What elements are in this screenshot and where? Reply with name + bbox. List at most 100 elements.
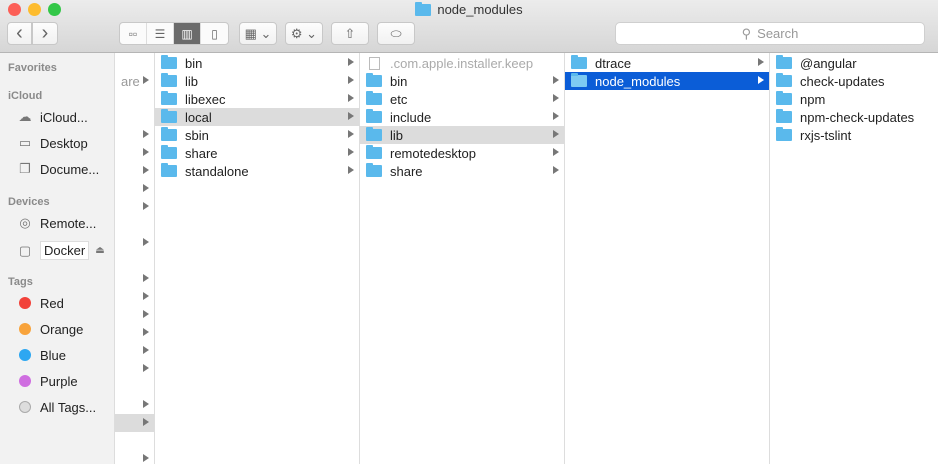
devices-header: Devices [8, 196, 50, 208]
list-item[interactable] [115, 306, 154, 324]
disclosure-arrow-icon [553, 112, 559, 120]
list-item[interactable] [115, 360, 154, 378]
sidebar-tag-red[interactable]: Red [16, 295, 64, 311]
browser-column-2: .com.apple.installer.keep bin etc include li… [360, 53, 565, 464]
disclosure-arrow-icon [553, 94, 559, 102]
disclosure-arrow-icon [143, 364, 149, 372]
disclosure-arrow-icon [553, 166, 559, 174]
list-item[interactable]: @angular [770, 54, 938, 72]
disclosure-arrow-icon [143, 76, 149, 84]
sidebar-item-docker[interactable]: ▢ Docker ⏏ [16, 241, 105, 260]
action-button[interactable]: ⚙ ⌄ [285, 22, 323, 45]
list-item[interactable] [115, 270, 154, 288]
search-icon: ⚲ [741, 25, 752, 41]
forward-button[interactable]: › [32, 22, 58, 45]
list-item[interactable] [115, 252, 154, 270]
folder-icon [366, 145, 382, 159]
list-item[interactable] [115, 144, 154, 162]
list-item[interactable] [115, 198, 154, 216]
list-item[interactable]: dtrace [565, 54, 769, 72]
list-item[interactable]: rxjs-tslint [770, 126, 938, 144]
folder-icon [366, 127, 382, 141]
sidebar-item-icloud[interactable]: ☁ iCloud... [16, 109, 88, 125]
tag-color-dot-icon [19, 323, 31, 335]
list-item[interactable] [115, 450, 154, 468]
list-item[interactable] [115, 378, 154, 396]
folder-icon [571, 55, 587, 69]
list-item[interactable]: share [360, 162, 564, 180]
tag-icon: ⬭ [390, 25, 402, 41]
tag-color-dot-icon [19, 349, 31, 361]
icon-view-button[interactable]: ▫▫ [120, 23, 147, 44]
list-item[interactable] [115, 234, 154, 252]
sidebar-item-documents[interactable]: ❐ Docume... [16, 161, 99, 177]
folder-icon [776, 73, 792, 87]
disclosure-arrow-icon [143, 400, 149, 408]
list-view-button[interactable]: ☰ [147, 23, 174, 44]
disclosure-arrow-icon [348, 76, 354, 84]
list-item[interactable]: npm-check-updates [770, 108, 938, 126]
sidebar-tag-blue[interactable]: Blue [16, 347, 66, 363]
sidebar-tag-purple[interactable]: Purple [16, 373, 78, 389]
folder-icon [161, 109, 177, 123]
list-item[interactable] [115, 288, 154, 306]
list-item[interactable]: libexec [155, 90, 359, 108]
list-item[interactable]: standalone [155, 162, 359, 180]
list-item[interactable] [115, 414, 154, 432]
sidebar-item-remote[interactable]: ◎ Remote... [16, 215, 96, 231]
disclosure-arrow-icon [143, 454, 149, 462]
folder-icon [776, 127, 792, 141]
list-item[interactable]: bin [360, 72, 564, 90]
title-bar: node_modules ‹ › ▫▫ ☰ ▥ ▯ ▦ ⌄ ⚙ ⌄ ⇧ ⬭ ⚲ S… [0, 0, 938, 53]
list-item[interactable]: are [115, 72, 154, 90]
list-item[interactable] [115, 324, 154, 342]
list-item[interactable]: .com.apple.installer.keep [360, 54, 564, 72]
tags-button[interactable]: ⬭ [377, 22, 415, 45]
list-item[interactable] [115, 432, 154, 450]
disclosure-arrow-icon [348, 130, 354, 138]
back-button[interactable]: ‹ [7, 22, 32, 45]
list-item[interactable]: remotedesktop [360, 144, 564, 162]
list-item[interactable]: npm [770, 90, 938, 108]
sidebar-item-desktop[interactable]: ▭ Desktop [16, 135, 88, 151]
list-item[interactable]: check-updates [770, 72, 938, 90]
list-item[interactable]: sbin [155, 126, 359, 144]
browser-column-0: are [115, 53, 155, 464]
list-item[interactable]: lib [360, 126, 564, 144]
folder-icon [161, 163, 177, 177]
list-item[interactable]: bin [155, 54, 359, 72]
list-item[interactable]: share [155, 144, 359, 162]
column-view-button[interactable]: ▥ [174, 23, 201, 44]
browser-column-1: bin lib libexec local sbin share standalone [155, 53, 360, 464]
list-item[interactable]: local [155, 108, 359, 126]
search-field[interactable]: ⚲ Search [615, 22, 925, 45]
list-item[interactable] [115, 396, 154, 414]
disclosure-arrow-icon [143, 418, 149, 426]
folder-icon [776, 109, 792, 123]
list-item[interactable] [115, 108, 154, 126]
list-item[interactable]: etc [360, 90, 564, 108]
list-item[interactable]: lib [155, 72, 359, 90]
arrange-icon: ▦ ⌄ [244, 25, 272, 41]
share-button[interactable]: ⇧ [331, 22, 369, 45]
folder-icon [366, 109, 382, 123]
folder-icon [161, 73, 177, 87]
disclosure-arrow-icon [143, 130, 149, 138]
eject-icon[interactable]: ⏏ [95, 245, 104, 256]
folder-icon [161, 127, 177, 141]
list-item[interactable] [115, 90, 154, 108]
list-item[interactable] [115, 342, 154, 360]
sidebar-tag-orange[interactable]: Orange [16, 321, 83, 337]
cover-flow-button[interactable]: ▯ [201, 23, 228, 44]
list-item[interactable]: include [360, 108, 564, 126]
list-item[interactable] [115, 162, 154, 180]
sidebar-tag-alltags[interactable]: All Tags... [16, 399, 96, 415]
list-item[interactable] [115, 180, 154, 198]
list-item[interactable]: node_modules [565, 72, 769, 90]
folder-icon [366, 73, 382, 87]
disclosure-arrow-icon [143, 274, 149, 282]
arrange-button[interactable]: ▦ ⌄ [239, 22, 277, 45]
list-item[interactable] [115, 216, 154, 234]
sidebar: Favorites iCloud ☁ iCloud... ▭ Desktop ❐ Do… [0, 53, 115, 464]
list-item[interactable] [115, 126, 154, 144]
